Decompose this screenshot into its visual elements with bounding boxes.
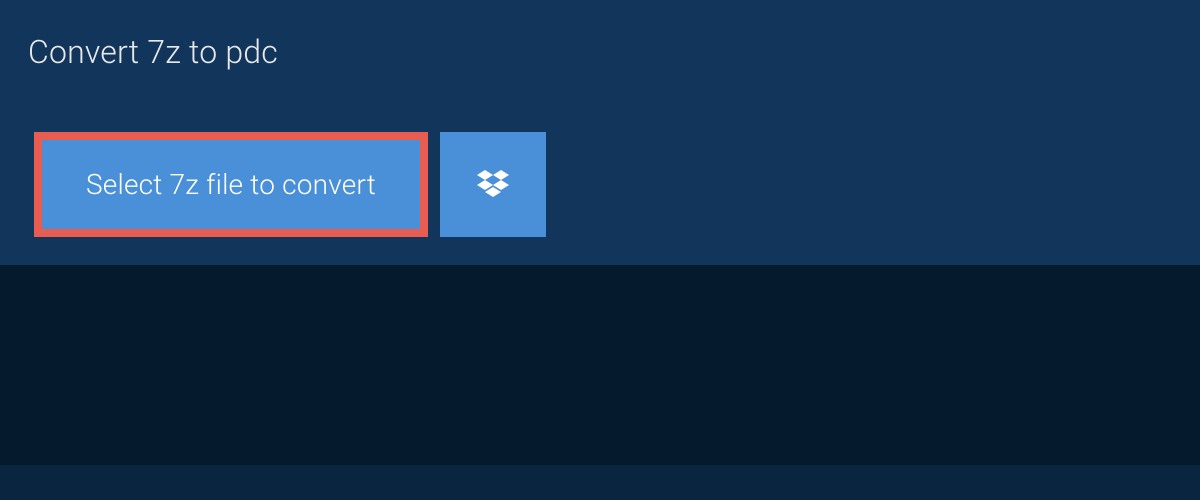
dropbox-icon xyxy=(473,165,513,205)
button-row: Select 7z file to convert xyxy=(34,132,1166,237)
select-file-label: Select 7z file to convert xyxy=(86,168,376,201)
tab-bar: Convert 7z to pdc xyxy=(0,0,1200,104)
tab-label: Convert 7z to pdc xyxy=(28,33,278,71)
lower-region xyxy=(0,265,1200,465)
select-file-button[interactable]: Select 7z file to convert xyxy=(34,132,428,237)
tab-convert[interactable]: Convert 7z to pdc xyxy=(0,0,306,104)
content-panel: Select 7z file to convert xyxy=(0,104,1200,265)
dropbox-button[interactable] xyxy=(440,132,546,237)
